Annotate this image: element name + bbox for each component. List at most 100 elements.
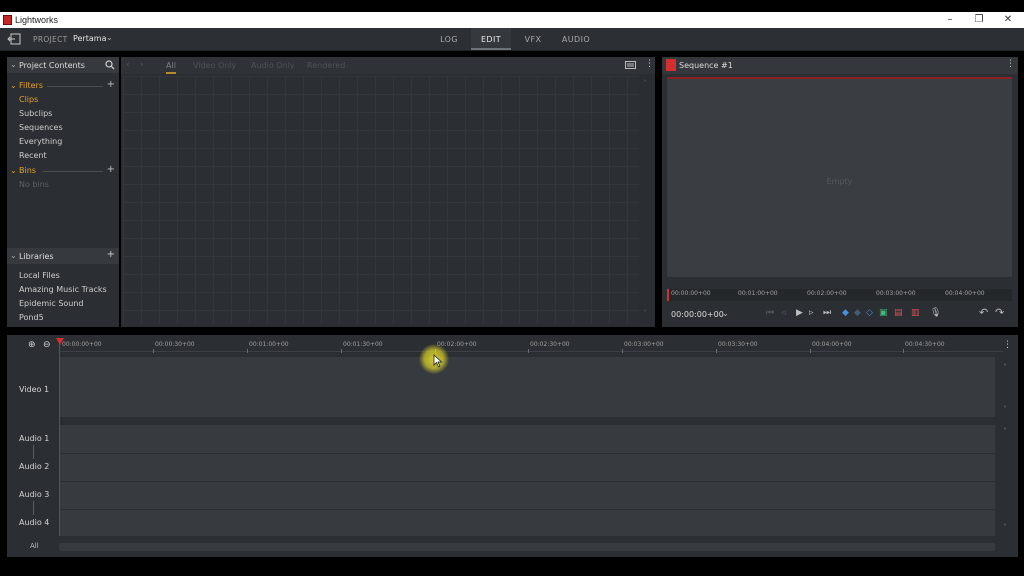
- restore-button[interactable]: ❐: [968, 13, 990, 27]
- add-bin-icon[interactable]: +: [107, 164, 115, 175]
- tab-video-only[interactable]: Video Only: [193, 61, 236, 70]
- track-label-audio-1[interactable]: Audio 1: [19, 434, 49, 443]
- chevron-up-icon[interactable]: ˄: [1003, 427, 1007, 436]
- vertical-scrollbar[interactable]: ˄ ˅: [642, 77, 653, 325]
- playhead-handle[interactable]: [56, 338, 64, 345]
- sequence-color-tag: [666, 59, 676, 71]
- exit-project-icon[interactable]: [7, 33, 21, 45]
- more-options-icon[interactable]: ⋮: [1003, 340, 1012, 350]
- mark-out-icon[interactable]: ◆: [854, 308, 861, 318]
- chevron-left-icon[interactable]: ‹: [126, 60, 130, 70]
- ruler-tick: 00:03:00+00: [624, 341, 664, 348]
- tab-log[interactable]: LOG: [434, 28, 464, 50]
- track-label-video-1[interactable]: Video 1: [19, 385, 49, 394]
- ruler-tick: 00:00:30+00: [155, 341, 195, 348]
- add-filter-icon[interactable]: +: [107, 79, 115, 90]
- viewer-screen[interactable]: Empty: [667, 77, 1012, 277]
- zoom-in-icon[interactable]: ⊕: [28, 340, 36, 350]
- clear-marks-icon[interactable]: ◇: [866, 308, 873, 318]
- redo-icon[interactable]: ↷: [995, 306, 1004, 319]
- ruler-tickline: [622, 349, 623, 353]
- tab-all[interactable]: All: [166, 61, 176, 74]
- overwrite-icon[interactable]: ▥: [911, 308, 920, 318]
- timeline-playhead[interactable]: [59, 340, 60, 536]
- filters-heading[interactable]: Filters: [19, 81, 43, 90]
- chevron-up-icon[interactable]: ˄: [1003, 363, 1007, 372]
- chevron-down-icon[interactable]: ⌄: [10, 251, 17, 260]
- track-label-audio-3[interactable]: Audio 3: [19, 490, 49, 499]
- track-label-audio-4[interactable]: Audio 4: [19, 518, 49, 527]
- zoom-out-icon[interactable]: ⊖: [43, 340, 51, 350]
- minimize-button[interactable]: –: [939, 13, 961, 27]
- previous-frame-icon[interactable]: ◃: [781, 308, 786, 318]
- ruler-tick: 00:00:00+00: [62, 341, 102, 348]
- bins-heading[interactable]: Bins: [19, 166, 36, 175]
- track-divider: [59, 509, 995, 510]
- ruler-tickline: [716, 349, 717, 353]
- browser-content-area[interactable]: [123, 76, 639, 324]
- viewer-timeline-ruler[interactable]: 00:00:00+00 00:01:00+00 00:02:00+00 00:0…: [667, 289, 1012, 301]
- track-label-audio-2[interactable]: Audio 2: [19, 462, 49, 471]
- go-to-start-icon[interactable]: ⏮: [766, 308, 774, 318]
- library-item-pond5[interactable]: Pond5: [19, 313, 44, 322]
- close-button[interactable]: ✕: [997, 13, 1019, 27]
- library-item-local-files[interactable]: Local Files: [19, 271, 60, 280]
- go-to-end-icon[interactable]: ⏭: [823, 308, 831, 318]
- mouse-cursor-icon: [433, 354, 443, 368]
- horizontal-scrollbar[interactable]: [59, 543, 995, 551]
- tab-audio-only[interactable]: Audio Only: [251, 61, 295, 70]
- viewer-title: Sequence #1: [679, 61, 733, 70]
- tab-vfx[interactable]: VFX: [518, 28, 548, 50]
- filter-item-sequences[interactable]: Sequences: [19, 123, 63, 132]
- library-item-epidemic-sound[interactable]: Epidemic Sound: [19, 299, 84, 308]
- filter-item-recent[interactable]: Recent: [19, 151, 47, 160]
- viewer-timecode[interactable]: 00:00:00+00: [671, 310, 724, 319]
- project-label: PROJECT: [33, 35, 68, 44]
- chevron-down-icon[interactable]: ⌄: [10, 60, 17, 69]
- chevron-down-icon[interactable]: ⌄: [10, 166, 17, 175]
- play-icon[interactable]: ▶: [796, 308, 803, 318]
- tab-audio[interactable]: AUDIO: [558, 28, 594, 50]
- chevron-down-icon[interactable]: ⌄: [106, 33, 113, 42]
- filter-item-clips[interactable]: Clips: [19, 95, 38, 104]
- search-icon[interactable]: [105, 60, 115, 70]
- ruler-tick: 00:04:00+00: [812, 341, 852, 348]
- ruler-tick: 00:04:30+00: [905, 341, 945, 348]
- ruler-tick: 00:02:00+00: [807, 290, 847, 297]
- chevron-right-icon[interactable]: ›: [140, 60, 144, 70]
- chevron-down-icon[interactable]: ⌄: [10, 81, 17, 90]
- chevron-up-icon[interactable]: ˄: [643, 79, 647, 88]
- chevron-down-icon[interactable]: ˅: [1003, 405, 1007, 414]
- chevron-down-icon[interactable]: ⌄: [722, 309, 729, 318]
- undo-icon[interactable]: ↶: [979, 306, 988, 319]
- tab-edit[interactable]: EDIT: [471, 28, 511, 50]
- timeline-ruler[interactable]: 00:00:00+00 00:00:30+00 00:01:00+00 00:0…: [59, 338, 1003, 353]
- tab-rendered[interactable]: Rendered: [307, 61, 345, 70]
- more-options-icon[interactable]: ⋮: [1006, 59, 1015, 69]
- window-titlebar: Lightworks – ❐ ✕: [0, 12, 1024, 28]
- viewer-playhead[interactable]: [667, 289, 669, 301]
- filter-item-subclips[interactable]: Subclips: [19, 109, 52, 118]
- libraries-title: Libraries: [19, 252, 54, 261]
- chevron-down-icon[interactable]: ˅: [1003, 523, 1007, 532]
- lightworks-logo-icon: [3, 15, 12, 25]
- more-options-icon[interactable]: ⋮: [645, 59, 654, 69]
- insert-icon[interactable]: ▤: [894, 308, 903, 318]
- chevron-down-icon[interactable]: ˅: [643, 309, 647, 318]
- project-contents-header: ⌄ Project Contents: [7, 57, 119, 73]
- add-cue-icon[interactable]: ▣: [879, 308, 888, 318]
- library-item-amazing-music-tracks[interactable]: Amazing Music Tracks: [19, 285, 107, 294]
- next-frame-icon[interactable]: ▹: [809, 308, 814, 318]
- project-name[interactable]: Pertama: [73, 34, 106, 43]
- video-track-1[interactable]: [59, 357, 995, 417]
- add-library-icon[interactable]: +: [107, 249, 115, 260]
- mark-in-icon[interactable]: ◆: [842, 308, 849, 318]
- ruler-tickline: [903, 349, 904, 353]
- all-tracks-toggle[interactable]: All: [30, 542, 39, 550]
- divider: [47, 86, 103, 87]
- divider: [43, 171, 103, 172]
- view-mode-icon[interactable]: [625, 61, 636, 69]
- filter-item-everything[interactable]: Everything: [19, 137, 62, 146]
- ruler-tick: 00:00:00+00: [671, 290, 711, 297]
- microphone-icon[interactable]: 🎙: [930, 308, 941, 318]
